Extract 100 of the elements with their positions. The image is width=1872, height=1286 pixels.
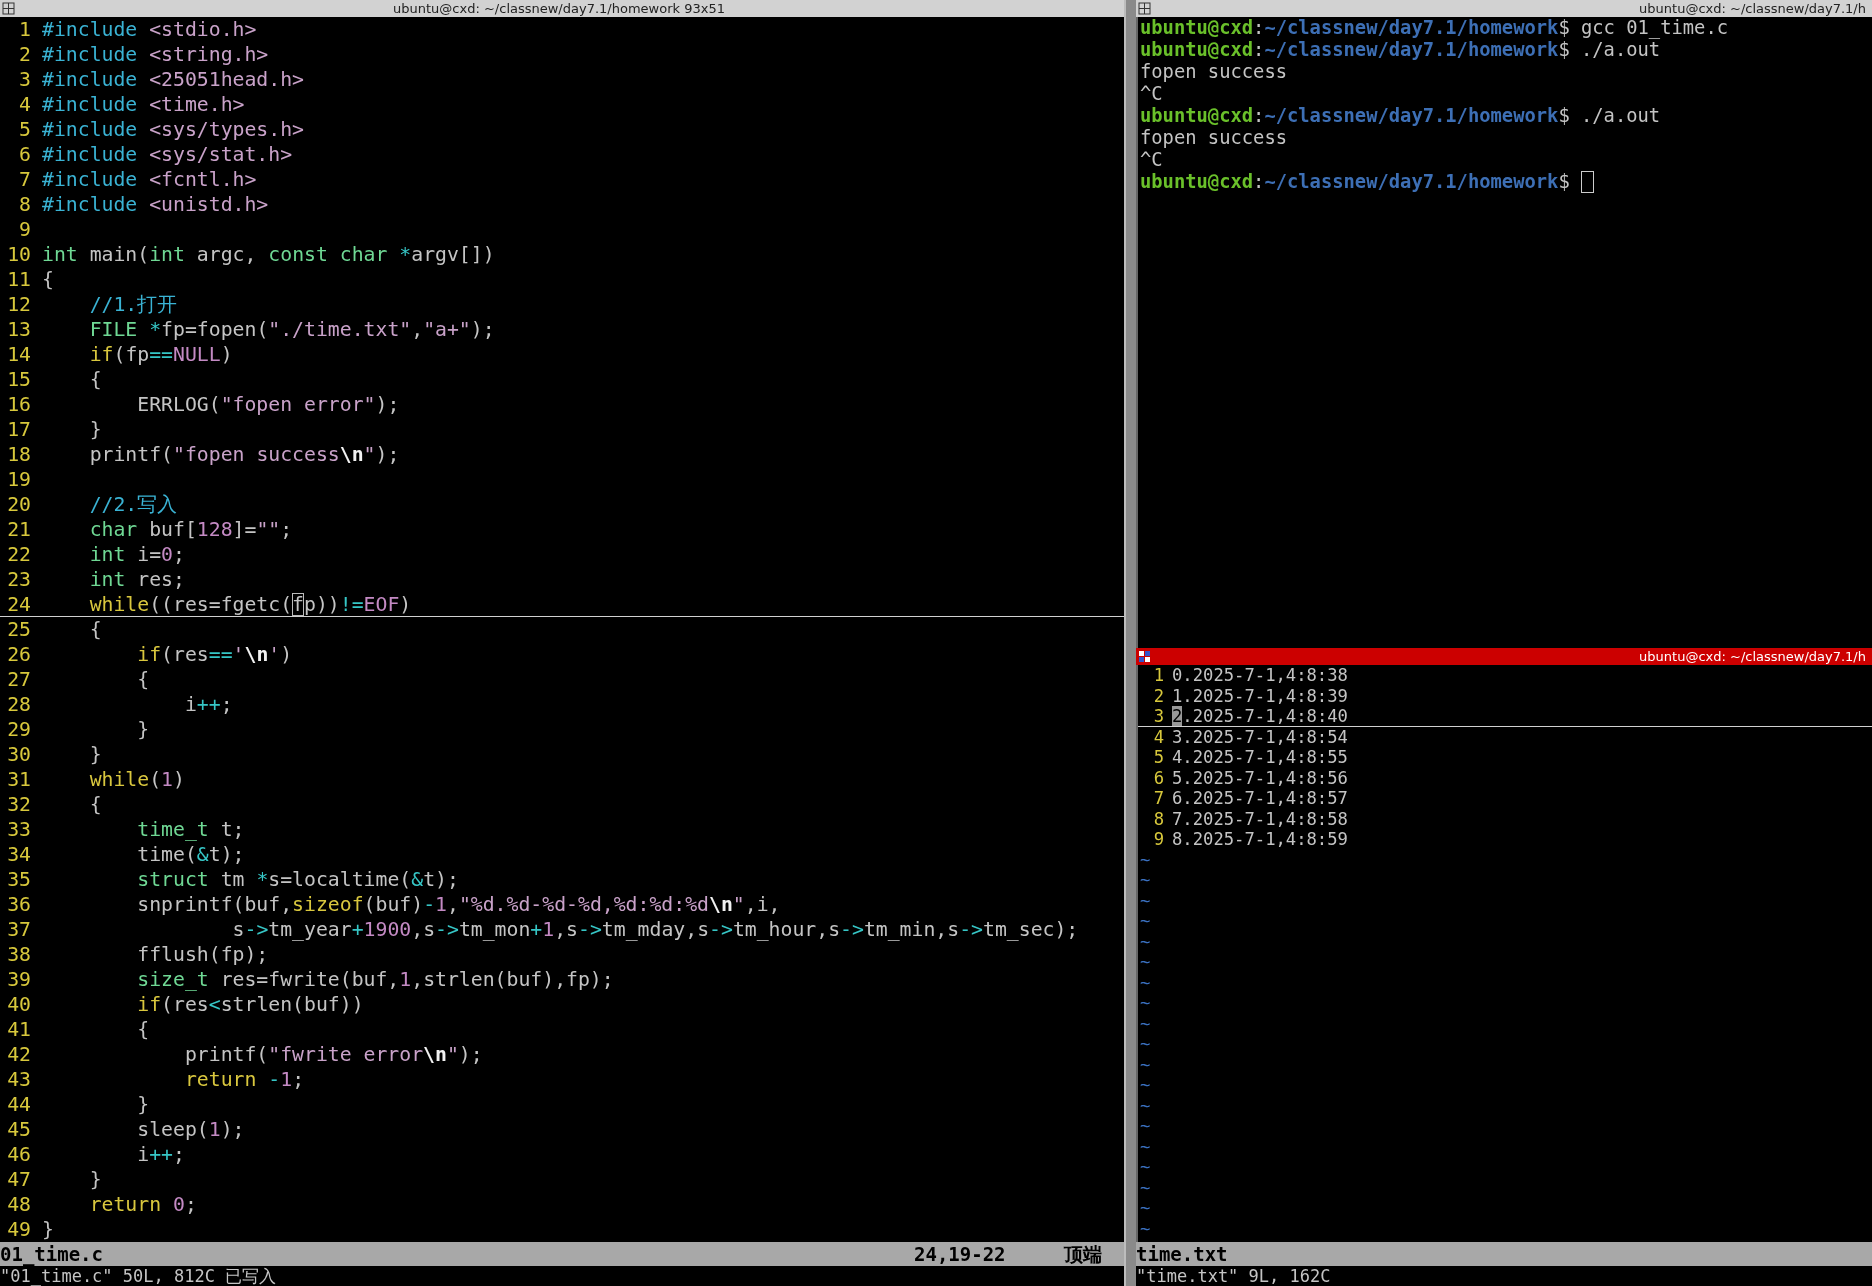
code-line: #include <25051head.h> — [42, 67, 304, 92]
command-message: "01_time.c" 50L, 812C 已写入 — [0, 1266, 278, 1286]
terminal-line: ^C — [1140, 83, 1163, 105]
line-number: 29 — [6, 717, 32, 742]
terminal-grid-icon[interactable] — [2, 2, 15, 15]
line-number: 45 — [6, 1117, 32, 1142]
code-line: i++; — [136, 1142, 185, 1167]
line-number: 44 — [6, 1092, 32, 1117]
line-number: 46 — [6, 1142, 32, 1167]
line-number: 49 — [6, 1217, 32, 1242]
line-number: 3 — [18, 67, 32, 92]
line-number: 32 — [6, 792, 32, 817]
line-number: 6 — [18, 142, 32, 167]
empty-line-marker: ~ — [1139, 1136, 1152, 1157]
empty-line-marker: ~ — [1139, 1054, 1152, 1075]
line-number: 20 — [6, 492, 32, 517]
empty-line-marker: ~ — [1139, 1034, 1152, 1055]
line-number: 8 — [1152, 808, 1165, 829]
window-title: ubuntu@cxd: ~/classnew/day7.1/h — [1639, 649, 1866, 664]
line-number: 43 — [6, 1067, 32, 1092]
text-line: 1.2025-7-1,4:8:39 — [1172, 685, 1348, 706]
empty-line-marker: ~ — [1139, 1198, 1152, 1219]
empty-line-marker: ~ — [1139, 993, 1152, 1014]
text-line: 5.2025-7-1,4:8:56 — [1172, 767, 1348, 788]
code-line: } — [88, 1167, 102, 1192]
code-line: #include <string.h> — [42, 42, 269, 67]
line-number: 13 — [6, 317, 32, 342]
line-number: 22 — [6, 542, 32, 567]
terminal-line: ubuntu@cxd:~/classnew/day7.1/homework$ ./a.out — [1140, 105, 1661, 127]
terminal-line: ^C — [1140, 149, 1163, 171]
code-line: { — [88, 792, 102, 817]
code-line: if(res<strlen(buf)) — [136, 992, 364, 1017]
code-line: { — [88, 367, 102, 392]
line-number: 19 — [6, 467, 32, 492]
line-number: 4 — [18, 92, 32, 117]
code-line: time_t t; — [136, 817, 245, 842]
empty-line-marker: ~ — [1139, 1116, 1152, 1137]
line-number: 5 — [1152, 747, 1165, 768]
line-number: 35 — [6, 867, 32, 892]
line-number: 36 — [6, 892, 32, 917]
line-number: 6 — [1152, 767, 1165, 788]
line-number: 26 — [6, 642, 32, 667]
line-number: 16 — [6, 392, 32, 417]
line-number: 40 — [6, 992, 32, 1017]
line-number: 2 — [1152, 685, 1165, 706]
code-line: i++; — [183, 692, 233, 717]
code-line: int main(int argc, const char *argv[]) — [42, 242, 495, 267]
empty-line-marker: ~ — [1139, 1013, 1152, 1034]
line-number: 9 — [18, 217, 32, 242]
line-number: 14 — [6, 342, 32, 367]
text-line: 4.2025-7-1,4:8:55 — [1172, 747, 1348, 768]
line-number: 31 — [6, 767, 32, 792]
line-number: 34 — [6, 842, 32, 867]
line-number: 39 — [6, 967, 32, 992]
code-line: printf("fwrite error\n"); — [183, 1042, 483, 1067]
code-line: { — [88, 617, 102, 642]
empty-line-marker: ~ — [1139, 1157, 1152, 1178]
code-line: return -1; — [183, 1067, 305, 1092]
terminal-grid-icon[interactable] — [1138, 2, 1151, 15]
code-line: while(1) — [88, 767, 185, 792]
code-line: #include <time.h> — [42, 92, 245, 117]
code-line: snprintf(buf,sizeof(buf)-1,"%d.%d-%d-%d,%d:%d:%d\n",i, — [136, 892, 781, 917]
line-number: 5 — [18, 117, 32, 142]
empty-line-marker: ~ — [1139, 1075, 1152, 1096]
code-line: size_t res=fwrite(buf,1,strlen(buf),fp); — [136, 967, 614, 992]
empty-line-marker: ~ — [1139, 849, 1152, 870]
empty-line-marker: ~ — [1139, 972, 1152, 993]
code-line: #include <stdio.h> — [42, 17, 257, 42]
code-line: char buf[128]=""; — [88, 517, 293, 542]
empty-line-marker: ~ — [1139, 952, 1152, 973]
code-line: time(&t); — [136, 842, 245, 867]
line-number: 18 — [6, 442, 32, 467]
code-line: ERRLOG("fopen error"); — [136, 392, 400, 417]
line-number: 47 — [6, 1167, 32, 1192]
empty-line-marker: ~ — [1139, 911, 1152, 932]
line-number: 11 — [6, 267, 32, 292]
code-line: } — [88, 742, 102, 767]
code-line: { — [136, 1017, 150, 1042]
line-number: 10 — [6, 242, 32, 267]
code-line: s->tm_year+1900,s->tm_mon+1,s->tm_mday,s->tm_hour,s->tm_min,s->tm_sec); — [231, 917, 1079, 942]
line-number: 21 — [6, 517, 32, 542]
line-number: 48 — [6, 1192, 32, 1217]
empty-line-marker: ~ — [1139, 890, 1152, 911]
code-line: printf("fopen success\n"); — [88, 442, 400, 467]
terminal-line: ubuntu@cxd:~/classnew/day7.1/homework$ ./a.out — [1140, 39, 1661, 61]
command-message: "time.txt" 9L, 162C — [1136, 1266, 1332, 1286]
cursor-position: 24,19-22 — [914, 1242, 1007, 1266]
line-number: 23 — [6, 567, 32, 592]
terminal-line: ubuntu@cxd:~/classnew/day7.1/homework$ — [1140, 171, 1571, 193]
text-line: 8.2025-7-1,4:8:59 — [1172, 829, 1348, 850]
window-title: ubuntu@cxd: ~/classnew/day7.1/h — [1639, 1, 1866, 16]
code-line: int res; — [88, 567, 185, 592]
line-number: 7 — [1152, 788, 1165, 809]
file-name: time.txt — [1136, 1242, 1229, 1266]
code-line: #include <sys/stat.h> — [42, 142, 293, 167]
empty-line-marker: ~ — [1139, 1218, 1152, 1239]
text-line: 6.2025-7-1,4:8:57 — [1172, 788, 1348, 809]
line-number: 12 — [6, 292, 32, 317]
code-line: while((res=fgetc(fp))!=EOF) — [88, 592, 412, 617]
terminal-grid-icon[interactable] — [1138, 650, 1151, 663]
